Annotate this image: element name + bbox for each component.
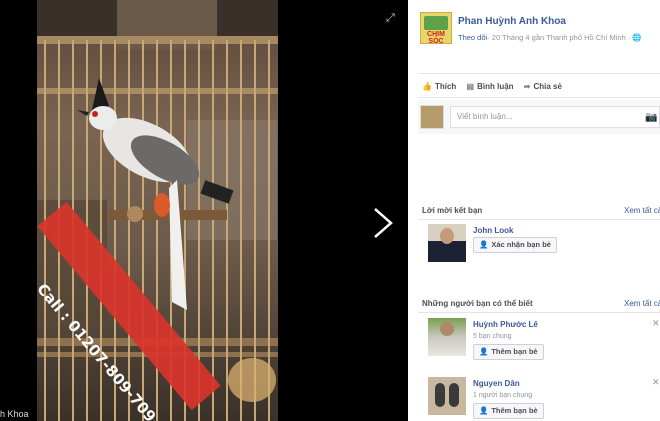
pymk-avatar[interactable]	[428, 318, 466, 356]
friend-name[interactable]: John Look	[473, 226, 513, 235]
follow-link[interactable]: Theo dõi	[458, 33, 487, 42]
divider	[418, 312, 660, 313]
comment-icon: ▤	[466, 82, 475, 91]
close-icon[interactable]: ✕	[652, 377, 660, 388]
post-author[interactable]: Phan Huỳnh Anh Khoa	[458, 16, 566, 27]
photo-owner-caption: h Khoa	[0, 409, 29, 419]
pymk-mutual: 1 người bạn chung	[473, 392, 533, 399]
post-sidebar: CHIM SÓC Phan Huỳnh Anh Khoa Theo dõi· 2…	[408, 0, 660, 421]
page-logo-text: CHIM SÓC	[427, 31, 445, 45]
add-friend-icon: 👤	[479, 347, 489, 356]
pymk-see-all[interactable]: Xem tất cả	[624, 299, 660, 308]
page-avatar[interactable]: CHIM SÓC	[420, 12, 452, 45]
comment-placeholder: Viết bình luận...	[457, 112, 513, 121]
divider	[418, 97, 660, 98]
comment-button[interactable]: ▤ Bình luận	[467, 82, 514, 91]
like-icon: 👍	[422, 82, 432, 91]
user-avatar	[420, 105, 444, 129]
globe-icon: 🌐	[632, 33, 642, 42]
pymk-mutual: 5 bạn chung	[473, 333, 512, 340]
divider	[418, 73, 660, 74]
bird-logo-icon	[424, 16, 448, 30]
add-friend-icon: 👤	[479, 240, 489, 249]
add-friend-button[interactable]: 👤 Thêm bạn bè	[473, 403, 544, 419]
comment-input[interactable]: Viết bình luận... 📷 ☺	[450, 106, 660, 128]
camera-icon[interactable]: 📷	[645, 112, 657, 123]
pymk-avatar[interactable]	[428, 377, 466, 415]
post-actions: 👍 Thích ▤ Bình luận ➦ Chia sẻ	[422, 82, 570, 91]
pymk-name[interactable]: Nguyen Dân	[473, 379, 520, 388]
like-button[interactable]: 👍 Thích	[422, 82, 456, 91]
add-friend-icon: 👤	[479, 406, 489, 415]
post-meta: Theo dõi· 20 Tháng 4 gần Thanh phố Hồ Ch…	[458, 33, 642, 42]
pymk-name[interactable]: Huỳnh Phước Lê	[473, 320, 538, 329]
bird-photo[interactable]: Call : 01207-809-709	[37, 0, 278, 421]
photo-illustration	[37, 0, 278, 421]
post-date-location: · 20 Tháng 4 gần Thanh phố Hồ Chí Minh ·	[487, 33, 633, 42]
photo-viewer: Call : 01207-809-709 ⤢ h Khoa	[0, 0, 408, 421]
friend-requests-title: Lời mời kết bạn	[422, 206, 483, 215]
pymk-title: Những người bạn có thể biết	[422, 299, 533, 308]
share-button[interactable]: ➦ Chia sẻ	[524, 82, 562, 91]
divider	[418, 219, 660, 220]
comment-bar: Viết bình luận... 📷 ☺	[418, 100, 660, 134]
confirm-friend-button[interactable]: 👤 Xác nhận bạn bè	[473, 237, 557, 253]
close-icon[interactable]: ✕	[652, 318, 660, 329]
friend-avatar[interactable]	[428, 224, 466, 262]
expand-icon[interactable]: ⤢	[386, 12, 398, 24]
friend-requests-see-all[interactable]: Xem tất cả	[624, 206, 660, 215]
add-friend-button[interactable]: 👤 Thêm bạn bè	[473, 344, 544, 360]
share-icon: ➦	[523, 82, 531, 91]
next-arrow-icon[interactable]	[371, 205, 395, 241]
